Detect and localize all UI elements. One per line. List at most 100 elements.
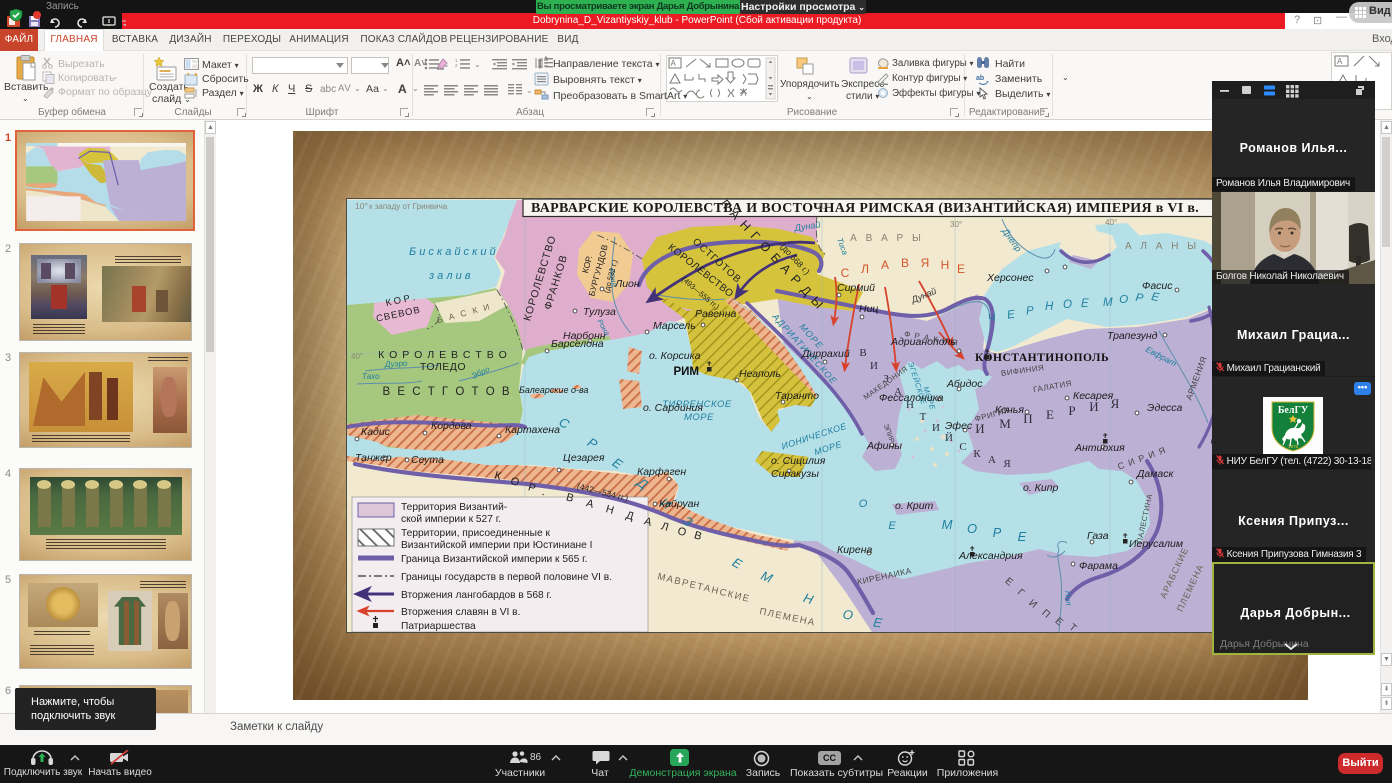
svg-text:Кайруан: Кайруан xyxy=(659,498,699,510)
svg-text:С: С xyxy=(841,266,850,280)
svg-text:Кирена: Кирена xyxy=(837,544,872,556)
svg-text:С: С xyxy=(959,441,966,453)
svg-text:Карфаген: Карфаген xyxy=(637,466,686,478)
svg-text:В: В xyxy=(859,347,866,359)
svg-text:Цезарея: Цезарея xyxy=(563,452,605,464)
svg-text:A: A xyxy=(671,59,677,68)
svg-text:о. Крит: о. Крит xyxy=(895,500,934,512)
svg-text:Территории, присоединенные к: Территории, присоединенные к xyxy=(401,528,550,539)
svg-text:10°: 10° xyxy=(355,201,368,211)
svg-text:Лион: Лион xyxy=(614,278,640,290)
svg-text:Дамаск: Дамаск xyxy=(1136,468,1175,480)
svg-text:Вторжения лангобардов в 568 г.: Вторжения лангобардов в 568 г. xyxy=(401,589,552,601)
svg-text:К: К xyxy=(973,448,981,460)
svg-text:КОНСТАНТИНОПОЛЬ: КОНСТАНТИНОПОЛЬ xyxy=(975,352,1109,364)
svg-text:Ниц: Ниц xyxy=(859,303,878,315)
svg-text:Афины: Афины xyxy=(866,440,902,452)
svg-text:Антиохия: Антиохия xyxy=(1074,442,1125,454)
svg-text:М: М xyxy=(999,416,1011,431)
svg-text:Херсонес: Херсонес xyxy=(986,272,1034,284)
svg-text:о. Корсика: о. Корсика xyxy=(649,350,701,362)
svg-text:А В А Р Ы: А В А Р Ы xyxy=(850,233,924,244)
svg-text:2: 2 xyxy=(455,63,458,68)
svg-text:Сирмий: Сирмий xyxy=(837,282,875,294)
svg-text:Н: Н xyxy=(1045,301,1054,313)
svg-text:Патриаршества: Патриаршества xyxy=(401,621,476,632)
svg-text:Тахо: Тахо xyxy=(362,372,380,381)
svg-text:о. Сардиния: о. Сардиния xyxy=(643,402,703,414)
svg-text:о. Кипр: о. Кипр xyxy=(1023,482,1058,494)
svg-text:В: В xyxy=(901,256,909,270)
svg-text:Я: Я xyxy=(921,256,930,270)
svg-text:A: A xyxy=(1337,57,1343,66)
svg-text:к западу от Гринвича: к западу от Гринвича xyxy=(369,202,448,211)
svg-text:Е: Е xyxy=(888,520,896,532)
svg-text:Равенна: Равенна xyxy=(695,308,736,320)
svg-text:ВАРВАРСКИЕ КОРОЛЕВСТВА И ВОСТО: ВАРВАРСКИЕ КОРОЛЕВСТВА И ВОСТОЧНАЯ РИМСК… xyxy=(531,199,1199,216)
svg-text:Барселона: Барселона xyxy=(551,338,604,350)
svg-text:Кадис: Кадис xyxy=(361,426,391,438)
svg-text:Александрия: Александрия xyxy=(958,550,1023,562)
svg-text:Неаполь: Неаполь xyxy=(739,368,781,380)
svg-text:ской империи к 527 г.: ской империи к 527 г. xyxy=(401,514,501,525)
svg-text:Эфес: Эфес xyxy=(945,420,973,432)
svg-text:И: И xyxy=(870,360,878,372)
svg-text:Е: Е xyxy=(1081,298,1089,310)
svg-text:Е: Е xyxy=(1046,407,1054,422)
svg-text:Фессалоника: Фессалоника xyxy=(879,392,944,404)
svg-text:Нил: Нил xyxy=(1063,590,1073,606)
svg-text:Б и с к а й с к и й: Б и с к а й с к и й xyxy=(409,246,496,258)
svg-text:Сеута: Сеута xyxy=(411,454,444,466)
svg-text:Византийской империи при Юстин: Византийской империи при Юстиниане I xyxy=(401,540,592,551)
svg-text:А Л А Н Ы: А Л А Н Ы xyxy=(1125,241,1199,252)
svg-text:Конья: Конья xyxy=(995,404,1024,416)
svg-text:Эдесса: Эдесса xyxy=(1147,402,1183,414)
svg-text:М: М xyxy=(942,517,953,532)
svg-text:В Е С Т Г О Т О В: В Е С Т Г О Т О В xyxy=(382,386,511,398)
svg-text:Граница Византийской империи к: Граница Византийской империи к 565 г. xyxy=(401,554,587,565)
svg-text:К О Р О Л Е В С Т В О: К О Р О Л Е В С Т В О xyxy=(378,349,508,361)
svg-text:Фасис: Фасис xyxy=(1142,280,1173,292)
svg-text:Е: Е xyxy=(957,262,965,276)
svg-text:Границы государств в первой по: Границы государств в первой половине VI … xyxy=(401,572,612,583)
svg-text:О: О xyxy=(1063,299,1072,311)
svg-text:О: О xyxy=(859,498,868,510)
svg-text:Р: Р xyxy=(1068,403,1075,418)
svg-text:Балеарские о-ва: Балеарские о-ва xyxy=(519,385,589,395)
svg-text:И: И xyxy=(932,422,940,434)
svg-text:ТОЛЕДО: ТОЛЕДО xyxy=(420,361,466,373)
svg-text:Таранто: Таранто xyxy=(775,390,819,402)
svg-text:з а л и в: з а л и в xyxy=(428,270,471,282)
svg-text:Кесарея: Кесарея xyxy=(1073,390,1114,402)
svg-text:М: М xyxy=(1103,297,1113,309)
svg-text:Фарама: Фарама xyxy=(1079,560,1118,572)
svg-text:Кордова: Кордова xyxy=(431,420,472,432)
svg-text:Территория Византий-: Территория Византий- xyxy=(401,502,507,513)
svg-text:БелГУ: БелГУ xyxy=(1278,405,1309,416)
svg-text:Иерусалим: Иерусалим xyxy=(1129,538,1183,550)
svg-text:40°: 40° xyxy=(351,352,363,361)
svg-text:Р: Р xyxy=(1026,305,1035,318)
svg-text:о. Сицилия: о. Сицилия xyxy=(771,455,826,467)
svg-text:А: А xyxy=(988,454,996,466)
svg-text:Е: Е xyxy=(1018,529,1027,544)
svg-text:20°: 20° xyxy=(817,202,829,211)
svg-text:Т: Т xyxy=(920,411,927,423)
svg-text:Р: Р xyxy=(993,525,1002,540)
svg-text:Вторжения славян в VI в.: Вторжения славян в VI в. xyxy=(401,607,520,618)
svg-text:Тулуза: Тулуза xyxy=(583,306,616,318)
svg-text:Диррахий: Диррахий xyxy=(801,348,850,360)
svg-text:1876: 1876 xyxy=(1288,444,1299,449)
svg-text:Адрианополь: Адрианополь xyxy=(890,336,956,348)
svg-text:ab: ab xyxy=(976,75,984,82)
svg-text:Картахена: Картахена xyxy=(505,424,560,436)
svg-text:Й: Й xyxy=(945,432,953,444)
svg-text:П: П xyxy=(1023,411,1032,426)
svg-text:30°: 30° xyxy=(950,220,962,229)
svg-text:Л: Л xyxy=(861,262,869,276)
svg-text:Абидос: Абидос xyxy=(946,378,983,390)
svg-text:Я: Я xyxy=(1003,458,1011,470)
svg-text:Сиракузы: Сиракузы xyxy=(771,468,819,480)
svg-text:РИМ: РИМ xyxy=(673,366,699,378)
svg-text:40°: 40° xyxy=(1105,218,1117,227)
